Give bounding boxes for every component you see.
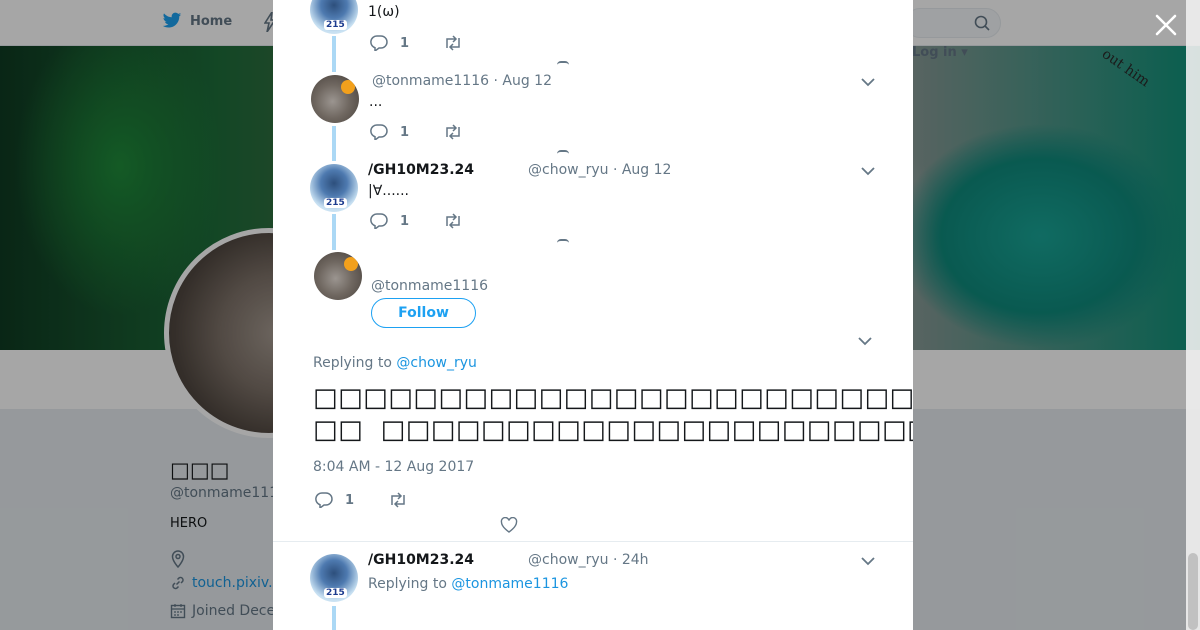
chevron-down-icon[interactable] bbox=[857, 333, 873, 349]
thread-connector bbox=[332, 214, 336, 250]
scrollbar-thumb[interactable] bbox=[1188, 553, 1198, 630]
retweet-icon bbox=[446, 35, 460, 51]
tweet-text: ... bbox=[369, 94, 383, 110]
chevron-down-icon[interactable] bbox=[860, 74, 876, 90]
reply-button[interactable]: 1 bbox=[370, 35, 409, 51]
scrollbar-track[interactable] bbox=[1186, 0, 1200, 630]
thread-connector bbox=[332, 126, 336, 161]
chevron-down-icon[interactable] bbox=[860, 163, 876, 179]
tweet-text: 1(ω) bbox=[368, 4, 400, 20]
replying-prefix: Replying to bbox=[368, 576, 452, 592]
reply-button[interactable]: 1 bbox=[315, 492, 354, 508]
main-tweet-text: □□□□□□□□□□□□□□□□□□□□□□□□□□□□□□□□□□□...□ … bbox=[313, 383, 913, 445]
replying-to-link[interactable]: @tonmame1116 bbox=[451, 576, 568, 592]
reply-icon bbox=[370, 124, 388, 140]
reply-icon bbox=[370, 213, 388, 229]
retweet-icon bbox=[391, 492, 405, 508]
main-tweet-handle[interactable]: @tonmame1116 bbox=[371, 278, 488, 294]
retweet-button[interactable] bbox=[443, 213, 463, 229]
tweet-actions: 1 bbox=[370, 35, 497, 51]
tweet-author-name[interactable]: /GH10M23.24 bbox=[368, 162, 474, 178]
retweet-button[interactable] bbox=[443, 35, 463, 51]
retweet-icon bbox=[446, 124, 460, 140]
avatar[interactable] bbox=[310, 164, 358, 212]
reply-count: 1 bbox=[400, 35, 410, 51]
reply-count: 1 bbox=[400, 213, 410, 229]
replying-to: Replying to @tonmame1116 bbox=[368, 576, 568, 592]
follow-button[interactable]: Follow bbox=[371, 298, 476, 328]
reply-icon bbox=[370, 35, 388, 51]
thread-connector bbox=[332, 36, 336, 72]
avatar[interactable] bbox=[311, 75, 359, 123]
avatar[interactable] bbox=[310, 554, 358, 602]
avatar[interactable] bbox=[314, 252, 362, 300]
close-icon[interactable] bbox=[1153, 12, 1179, 38]
reply-count: 1 bbox=[400, 124, 410, 140]
reply-count: 1 bbox=[345, 492, 355, 508]
reply-button[interactable]: 1 bbox=[370, 213, 409, 229]
chevron-down-icon[interactable] bbox=[860, 553, 876, 569]
tweet-handle-time[interactable]: @chow_ryu · Aug 12 bbox=[528, 162, 671, 178]
tweet-actions: 1 bbox=[370, 213, 497, 229]
tweet-modal: 1(ω) 1 @tonmame1116 · Aug 12 ... 1 /GH10… bbox=[273, 0, 913, 630]
retweet-button[interactable] bbox=[443, 124, 463, 140]
thread-connector bbox=[332, 606, 336, 630]
reply-button[interactable]: 1 bbox=[370, 124, 409, 140]
replying-prefix: Replying to bbox=[313, 355, 397, 371]
tweet-actions: 1 bbox=[370, 124, 497, 140]
tweet-handle-time[interactable]: @tonmame1116 · Aug 12 bbox=[372, 73, 552, 89]
heart-icon[interactable] bbox=[500, 517, 518, 533]
like-icon[interactable] bbox=[557, 150, 569, 154]
avatar[interactable] bbox=[310, 0, 358, 34]
tweet-author-name[interactable]: /GH10M23.24 bbox=[368, 552, 474, 568]
tweet-handle-time[interactable]: @chow_ryu · 24h bbox=[528, 552, 649, 568]
main-tweet-timestamp[interactable]: 8:04 AM - 12 Aug 2017 bbox=[313, 459, 474, 475]
tweet-text: |∀...... bbox=[368, 183, 409, 199]
reply-icon bbox=[315, 492, 333, 508]
retweet-button[interactable] bbox=[388, 492, 408, 508]
retweet-icon bbox=[446, 213, 460, 229]
like-icon[interactable] bbox=[557, 239, 569, 243]
replying-to-link[interactable]: @chow_ryu bbox=[396, 355, 477, 371]
like-icon[interactable] bbox=[557, 61, 569, 65]
main-tweet-actions: 1 bbox=[315, 492, 442, 508]
divider bbox=[273, 541, 913, 542]
replying-to: Replying to @chow_ryu bbox=[313, 355, 477, 371]
